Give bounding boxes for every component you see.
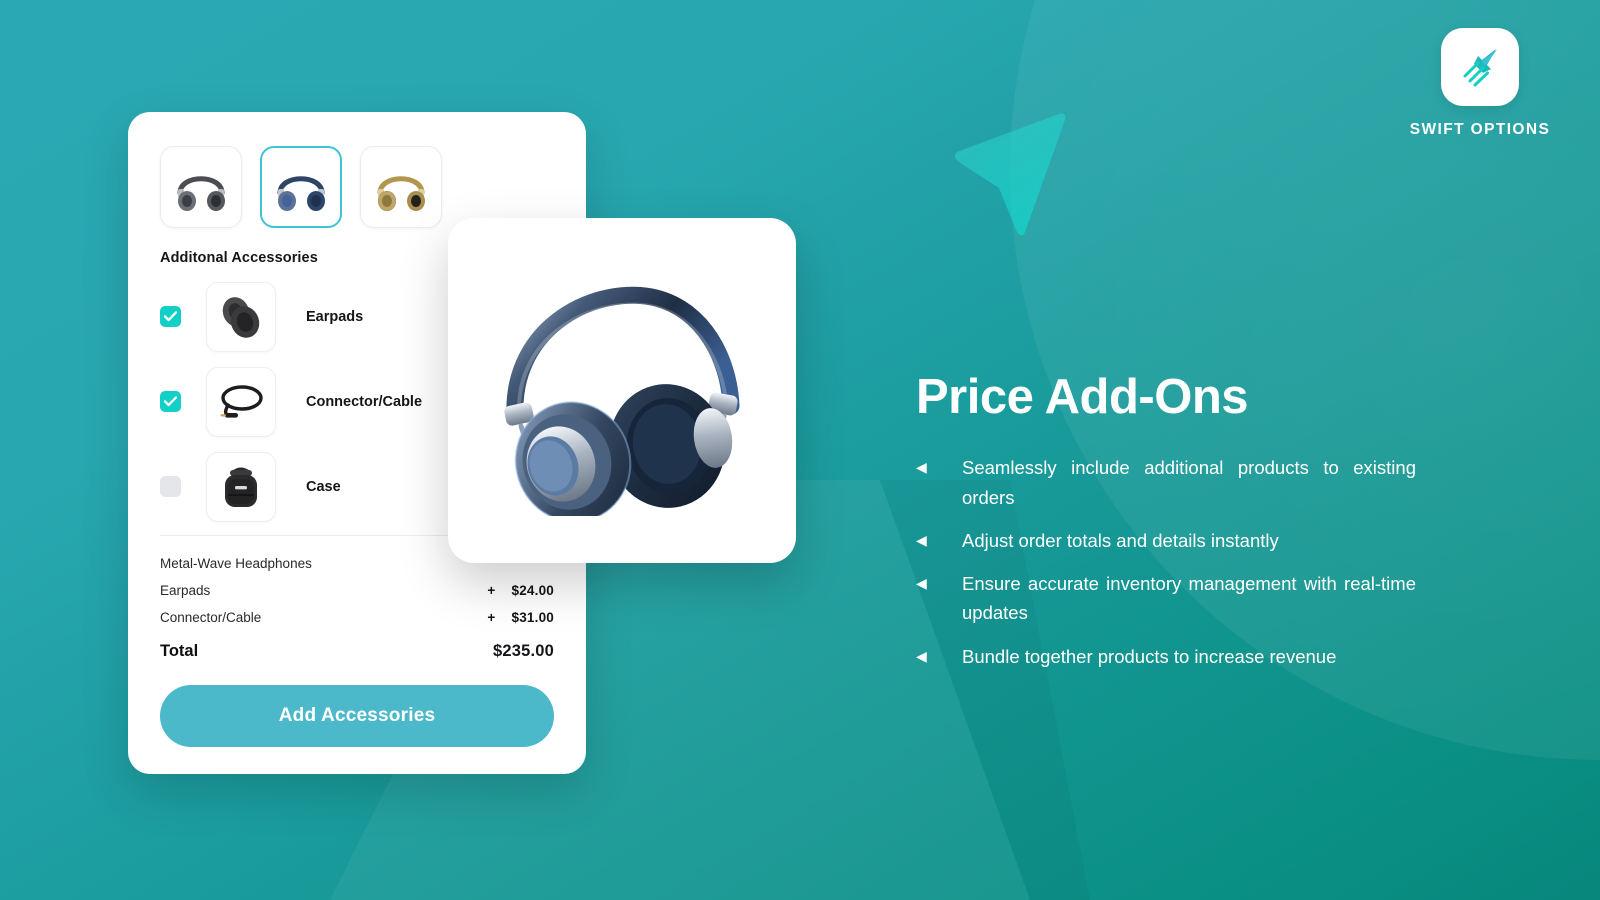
navy-headphones-image-icon bbox=[504, 286, 740, 516]
cursor-arrow-shape-icon bbox=[955, 113, 1066, 236]
brand-name: SWIFT OPTIONS bbox=[1409, 121, 1551, 138]
headphones-gold-icon bbox=[377, 176, 425, 211]
summary-row-earpads: Earpads + $24.00 bbox=[160, 577, 554, 604]
variant-option-graphite[interactable] bbox=[160, 146, 242, 228]
accessory-checkbox-case[interactable] bbox=[160, 476, 181, 497]
case-icon bbox=[225, 467, 257, 507]
total-label: Total bbox=[160, 642, 199, 660]
variant-selector bbox=[160, 146, 554, 228]
headphones-navy-icon bbox=[277, 176, 325, 211]
bullet-text: Ensure accurate inventory management wit… bbox=[962, 573, 1416, 624]
total-amount: $235.00 bbox=[492, 642, 554, 660]
brand-lockup: SWIFT OPTIONS bbox=[1380, 28, 1580, 139]
summary-value: $24.00 bbox=[511, 583, 554, 598]
feature-bullet-list: ◀ Seamlessly include additional products… bbox=[916, 453, 1416, 670]
brand-logo-tile bbox=[1441, 28, 1519, 106]
triangle-left-icon: ◀ bbox=[916, 531, 927, 548]
list-item: ◀ Ensure accurate inventory management w… bbox=[916, 569, 1416, 627]
summary-label: Metal-Wave Headphones bbox=[160, 556, 312, 571]
list-item: ◀ Bundle together products to increase r… bbox=[916, 642, 1416, 671]
variant-option-gold[interactable] bbox=[360, 146, 442, 228]
summary-value: $31.00 bbox=[511, 610, 554, 625]
cable-icon bbox=[220, 384, 263, 418]
list-item: ◀ Seamlessly include additional products… bbox=[916, 453, 1416, 511]
triangle-left-icon: ◀ bbox=[916, 647, 927, 664]
check-icon bbox=[164, 311, 177, 322]
summary-label: Connector/Cable bbox=[160, 610, 262, 625]
summary-amount: + $24.00 bbox=[487, 583, 554, 598]
accessory-label-cable: Connector/Cable bbox=[306, 393, 423, 410]
add-accessories-button[interactable]: Add Accessories bbox=[160, 685, 554, 747]
product-hero-card bbox=[448, 218, 796, 563]
accessory-checkbox-earpads[interactable] bbox=[160, 306, 181, 327]
accessory-thumbnail-cable bbox=[206, 366, 276, 437]
check-icon bbox=[164, 396, 177, 407]
rocket-arrow-icon bbox=[1463, 49, 1497, 87]
accessory-thumbnail-earpads bbox=[206, 281, 276, 352]
accessory-label-earpads: Earpads bbox=[306, 308, 364, 325]
bullet-text: Bundle together products to increase rev… bbox=[962, 645, 1337, 667]
triangle-left-icon: ◀ bbox=[916, 575, 927, 592]
summary-plus-sign: + bbox=[487, 610, 496, 625]
summary-label: Earpads bbox=[160, 583, 211, 598]
summary-plus-sign: + bbox=[487, 583, 496, 598]
summary-row-total: Total $235.00 bbox=[160, 631, 554, 667]
bullet-text: Seamlessly include additional products t… bbox=[962, 457, 1416, 508]
list-item: ◀ Adjust order totals and details instan… bbox=[916, 526, 1416, 555]
accessory-checkbox-cable[interactable] bbox=[160, 391, 181, 412]
variant-option-navy[interactable] bbox=[260, 146, 342, 228]
earpads-icon bbox=[222, 296, 260, 338]
bullet-text: Adjust order totals and details instantl… bbox=[962, 529, 1279, 551]
feature-copy: Price Add-Ons ◀ Seamlessly include addit… bbox=[916, 370, 1416, 685]
summary-row-cable: Connector/Cable + $31.00 bbox=[160, 604, 554, 631]
summary-amount: + $31.00 bbox=[487, 610, 554, 625]
accessory-label-case: Case bbox=[306, 478, 341, 495]
slide-canvas: SWIFT OPTIONS Additonal Accessories Earp… bbox=[0, 0, 1600, 900]
accessory-thumbnail-case bbox=[206, 451, 276, 522]
triangle-left-icon: ◀ bbox=[916, 459, 927, 476]
page-title: Price Add-Ons bbox=[916, 370, 1249, 424]
headphones-graphite-icon bbox=[177, 176, 225, 211]
